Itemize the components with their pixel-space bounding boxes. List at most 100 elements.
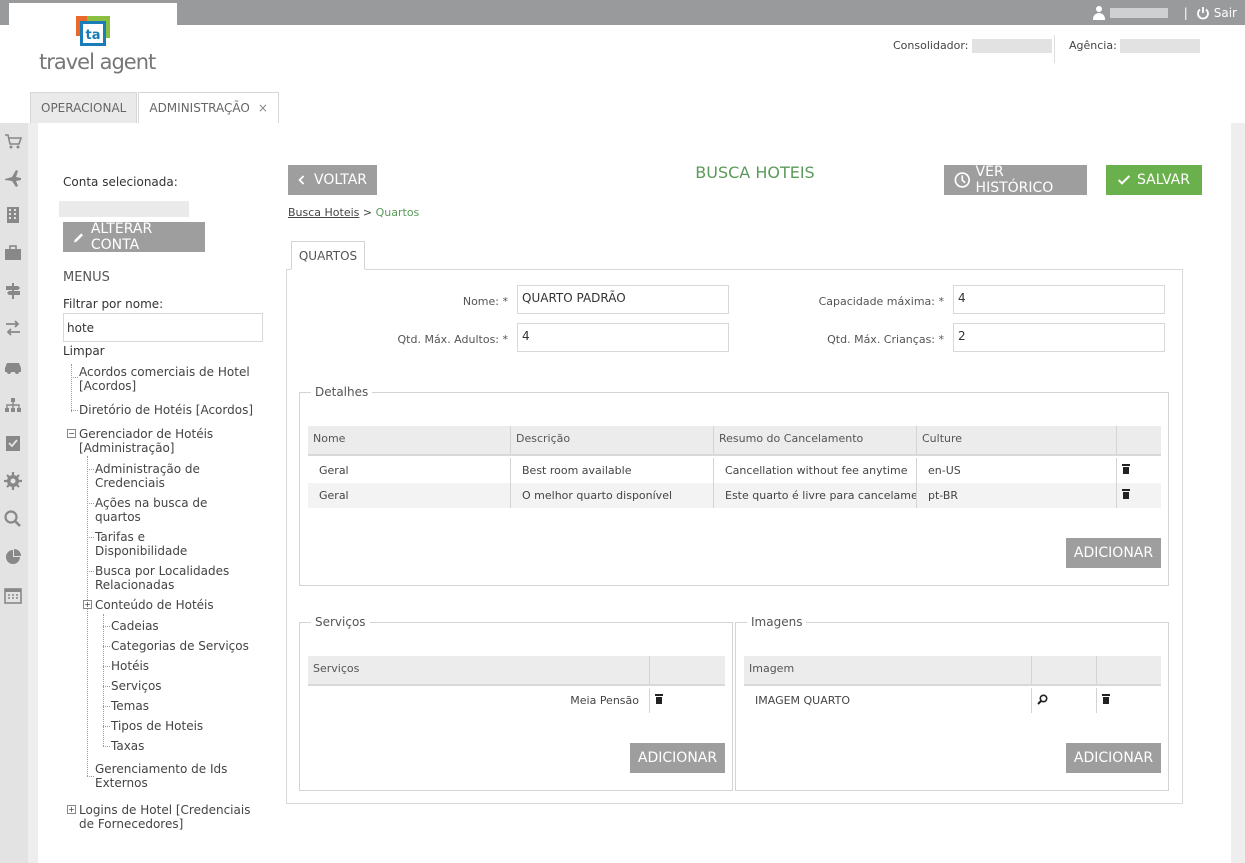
expand-icon[interactable]: + bbox=[67, 805, 76, 814]
adicionar-detalhes-button[interactable]: ADICIONAR bbox=[1066, 538, 1161, 568]
limpar-link[interactable]: Limpar bbox=[63, 344, 105, 358]
tree-item-servicos[interactable]: Serviços bbox=[111, 679, 162, 693]
tree-item-conteudo-hoteis[interactable]: Conteúdo de Hotéis bbox=[95, 598, 245, 612]
chevron-left-icon bbox=[298, 175, 305, 185]
delete-cell bbox=[1117, 483, 1161, 508]
left-icon-bar bbox=[0, 123, 28, 863]
tree-item-categorias-servicos[interactable]: Categorias de Serviços bbox=[111, 639, 249, 653]
logout-label: Sair bbox=[1213, 5, 1237, 20]
filter-input[interactable] bbox=[63, 313, 263, 342]
voltar-button[interactable]: VOLTAR bbox=[288, 165, 377, 195]
agencia-label: Agência: bbox=[1069, 39, 1117, 52]
expand-icon[interactable]: + bbox=[83, 600, 92, 609]
tree-line bbox=[87, 456, 88, 776]
table-row[interactable]: Geral O melhor quarto disponível Este qu… bbox=[308, 483, 1161, 508]
building-icon[interactable] bbox=[3, 205, 23, 225]
tree-item-logins-hotel[interactable]: Logins de Hotel [Credenciais de Forneced… bbox=[79, 803, 259, 831]
consolidador-value-redacted bbox=[971, 39, 1052, 53]
transfer-icon[interactable] bbox=[3, 318, 23, 338]
check-icon bbox=[1118, 175, 1131, 185]
header-divider bbox=[1054, 35, 1055, 63]
tree-item-cadeias[interactable]: Cadeias bbox=[111, 619, 159, 633]
adicionar-servicos-button[interactable]: ADICIONAR bbox=[630, 743, 725, 773]
search-icon[interactable] bbox=[3, 509, 23, 529]
tree-line bbox=[103, 746, 110, 747]
menus-title: MENUS bbox=[63, 270, 110, 285]
table-row[interactable]: Meia Pensão bbox=[308, 688, 725, 713]
imagens-legend: Imagens bbox=[747, 615, 807, 629]
cell-nome: Geral bbox=[308, 458, 511, 483]
top-bar: | Sair bbox=[0, 0, 1245, 25]
trash-icon[interactable] bbox=[655, 694, 663, 704]
column-header-actions bbox=[650, 656, 725, 684]
column-header[interactable]: Serviços bbox=[308, 656, 650, 684]
checklist-icon[interactable] bbox=[3, 433, 23, 453]
signpost-icon[interactable] bbox=[3, 281, 23, 301]
breadcrumb-link[interactable]: Busca Hoteis bbox=[288, 206, 359, 219]
logout-button[interactable]: Sair bbox=[1196, 6, 1237, 20]
briefcase-icon[interactable] bbox=[3, 243, 23, 263]
cell-nome: Geral bbox=[308, 483, 511, 508]
tree-line bbox=[87, 469, 94, 470]
consolidador-info: Consolidador: bbox=[893, 39, 1052, 53]
cell-culture: en-US bbox=[917, 458, 1117, 483]
zoom-icon[interactable] bbox=[1037, 694, 1048, 705]
criancas-label: Qtd. Máx. Crianças: * bbox=[827, 333, 944, 346]
adultos-input[interactable]: 4 bbox=[517, 323, 729, 352]
servicos-legend: Serviços bbox=[311, 615, 370, 629]
pie-chart-icon[interactable] bbox=[3, 547, 23, 567]
trash-icon[interactable] bbox=[1122, 464, 1130, 474]
user-icon bbox=[1092, 5, 1106, 20]
tree-item-busca-localidades[interactable]: Busca por Localidades Relacionadas bbox=[95, 564, 245, 592]
conta-label: Conta selecionada: bbox=[63, 175, 178, 189]
alterar-conta-button[interactable]: ALTERAR CONTA bbox=[63, 221, 205, 253]
trash-icon[interactable] bbox=[1122, 489, 1130, 499]
nome-input[interactable]: QUARTO PADRÃO bbox=[517, 285, 729, 314]
tree-line bbox=[87, 776, 94, 777]
calendar-icon[interactable] bbox=[3, 585, 23, 605]
adicionar-imagens-button[interactable]: ADICIONAR bbox=[1066, 743, 1161, 773]
close-tab-icon[interactable]: × bbox=[258, 101, 268, 115]
tree-item-gerenciamento-ids[interactable]: Gerenciamento de Ids Externos bbox=[95, 762, 245, 790]
salvar-button[interactable]: SALVAR bbox=[1106, 165, 1202, 195]
tree-item-hoteis[interactable]: Hotéis bbox=[111, 659, 149, 673]
tree-item-taxas[interactable]: Taxas bbox=[111, 739, 144, 753]
trash-icon[interactable] bbox=[1102, 694, 1110, 704]
logo[interactable]: ta travel agent bbox=[9, 3, 177, 95]
breadcrumb-current: Quartos bbox=[375, 206, 420, 219]
gear-icon[interactable] bbox=[3, 471, 23, 491]
tab-quartos[interactable]: QUARTOS bbox=[291, 241, 365, 270]
tree-line bbox=[103, 686, 110, 687]
column-header[interactable]: Resumo do Cancelamento bbox=[714, 426, 917, 454]
plane-icon[interactable] bbox=[3, 168, 23, 188]
conta-value-redacted bbox=[59, 201, 189, 217]
logo-text: travel agent bbox=[39, 50, 156, 74]
tree-item-tarifas[interactable]: Tarifas e Disponibilidade bbox=[95, 530, 235, 558]
criancas-input[interactable]: 2 bbox=[953, 323, 1165, 352]
tree-item-acoes-busca[interactable]: Ações na busca de quartos bbox=[95, 496, 235, 524]
column-header-view bbox=[1032, 656, 1097, 684]
ver-historico-button[interactable]: VER HISTÓRICO bbox=[944, 164, 1087, 196]
tab-administracao[interactable]: ADMINISTRAÇÃO × bbox=[138, 92, 279, 123]
cart-icon[interactable] bbox=[3, 131, 23, 151]
separator: | bbox=[1183, 5, 1188, 20]
collapse-icon[interactable]: − bbox=[67, 429, 76, 438]
tree-item-temas[interactable]: Temas bbox=[111, 699, 149, 713]
cell-culture: pt-BR bbox=[917, 483, 1117, 508]
tree-item-administracao-credenciais[interactable]: Administração de Credenciais bbox=[95, 462, 245, 490]
table-row[interactable]: Geral Best room available Cancellation w… bbox=[308, 458, 1161, 483]
tree-item-tipos-hoteis[interactable]: Tipos de Hoteis bbox=[111, 719, 203, 733]
column-header[interactable]: Descrição bbox=[511, 426, 714, 454]
table-row[interactable]: IMAGEM QUARTO bbox=[744, 688, 1161, 713]
column-header[interactable]: Nome bbox=[308, 426, 511, 454]
tab-operacional[interactable]: OPERACIONAL bbox=[30, 92, 138, 123]
car-icon[interactable] bbox=[3, 356, 23, 376]
tree-line bbox=[87, 571, 94, 572]
column-header[interactable]: Imagem bbox=[744, 656, 1032, 684]
tree-item-acordos-comerciais[interactable]: Acordos comerciais de Hotel [Acordos] bbox=[79, 365, 254, 393]
tree-item-diretorio-hoteis[interactable]: Diretório de Hotéis [Acordos] bbox=[79, 403, 254, 417]
capacidade-input[interactable]: 4 bbox=[953, 285, 1165, 314]
column-header[interactable]: Culture bbox=[917, 426, 1117, 454]
tree-item-gerenciador-hoteis[interactable]: Gerenciador de Hotéis [Administração] bbox=[79, 427, 254, 455]
hierarchy-icon[interactable] bbox=[3, 395, 23, 415]
